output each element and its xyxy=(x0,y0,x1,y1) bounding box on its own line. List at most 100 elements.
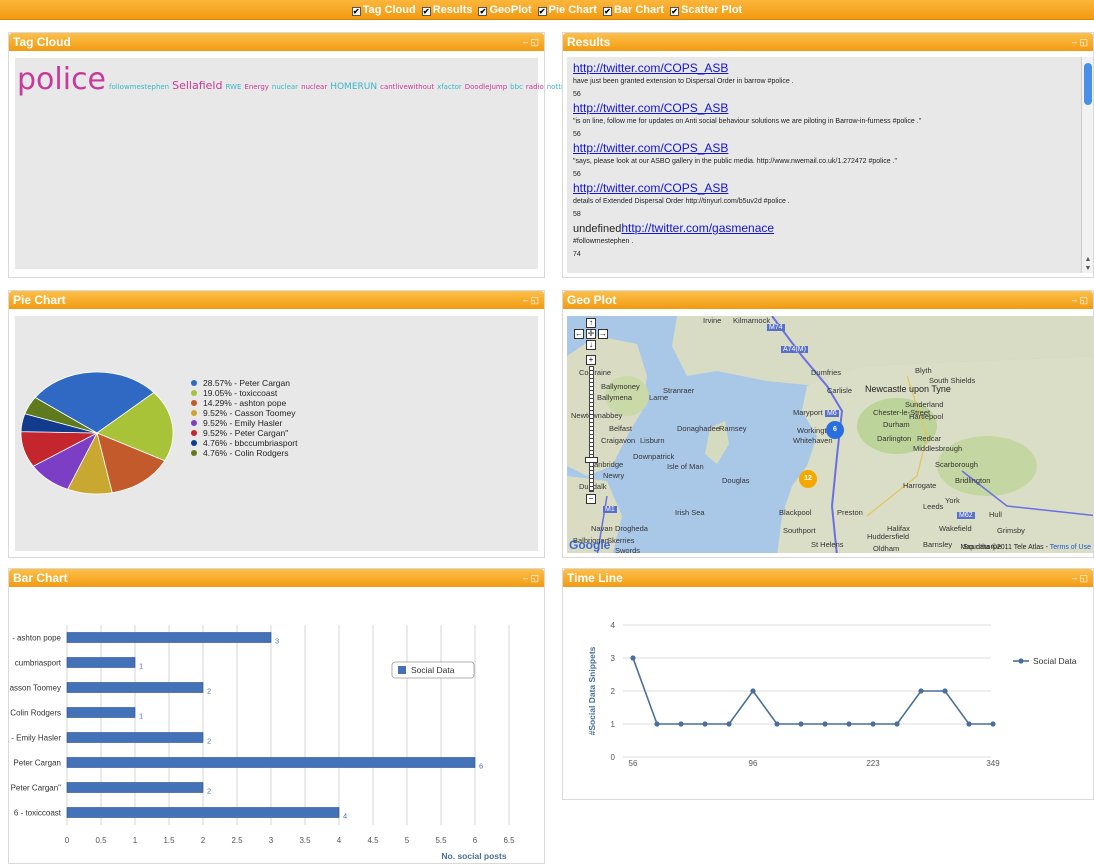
panel-controls[interactable]: – ◱ xyxy=(523,291,539,309)
panel-header[interactable]: Pie Chart – ◱ xyxy=(9,291,544,309)
map-place-label: Wakefield xyxy=(939,524,972,533)
bar[interactable] xyxy=(66,632,272,643)
pan-up-button[interactable]: ↑ xyxy=(586,318,596,328)
tag-item[interactable]: xfactor xyxy=(437,83,462,91)
toggle-pie-chart[interactable]: ✔ Pie Chart xyxy=(537,4,597,16)
zoom-slider-handle[interactable] xyxy=(585,457,598,463)
tag-item[interactable]: Energy xyxy=(244,83,269,91)
tag-item[interactable]: HOMERUN xyxy=(330,82,377,92)
pan-down-button[interactable]: ↓ xyxy=(586,340,596,350)
panel-controls[interactable]: – ◱ xyxy=(523,33,539,51)
tag-item[interactable]: nuclear xyxy=(301,83,327,91)
data-point[interactable] xyxy=(726,721,732,727)
tag-item[interactable]: nuclear xyxy=(272,83,298,91)
legend-item: 28.57% - Peter Cargan xyxy=(191,378,298,388)
bar[interactable] xyxy=(66,757,476,768)
bar[interactable] xyxy=(66,657,136,668)
data-point[interactable] xyxy=(990,721,996,727)
map-place-label: Newtownabbey xyxy=(571,411,623,420)
panel-header[interactable]: Results – ◱ xyxy=(563,33,1093,51)
panel-header[interactable]: Geo Plot – ◱ xyxy=(563,291,1093,309)
checkbox-icon[interactable]: ✔ xyxy=(537,7,547,16)
data-point[interactable] xyxy=(966,721,972,727)
y-tick-label: - Emily Hasler xyxy=(11,734,61,743)
result-link[interactable]: http://twitter.com/COPS_ASB xyxy=(573,101,728,115)
pan-center-button[interactable]: ✛ xyxy=(586,329,596,339)
bar[interactable] xyxy=(66,682,204,693)
data-point[interactable] xyxy=(774,721,780,727)
legend-label: 19.05% - toxiccoast xyxy=(203,388,278,398)
x-tick-label: 3.5 xyxy=(299,836,311,845)
data-point[interactable] xyxy=(750,688,756,694)
pan-left-button[interactable]: ← xyxy=(574,329,584,339)
map-place-label: Liverpool xyxy=(781,552,811,553)
tag-item[interactable]: cantlivewithout xyxy=(380,83,434,91)
data-point[interactable] xyxy=(870,721,876,727)
checkbox-icon[interactable]: ✔ xyxy=(602,7,612,16)
google-logo-text: Google xyxy=(569,538,611,552)
map-place-label: Irvine xyxy=(703,316,722,325)
map-place-label: Skerries xyxy=(607,536,635,545)
terms-link[interactable]: Terms of Use xyxy=(1050,544,1091,551)
bar[interactable] xyxy=(66,807,340,818)
scroll-up-arrow[interactable]: ▲ xyxy=(1082,256,1094,263)
result-link[interactable]: http://twitter.com/COPS_ASB xyxy=(573,61,728,75)
data-point[interactable] xyxy=(846,721,852,727)
panel-controls[interactable]: – ◱ xyxy=(1072,291,1088,309)
result-link-line: http://twitter.com/COPS_ASB xyxy=(573,101,1073,115)
map-canvas[interactable]: Irvine Kilmarnock Coleraine Ballymoney Bally… xyxy=(567,316,1093,553)
tag-item[interactable]: RWE xyxy=(225,83,241,91)
data-point[interactable] xyxy=(798,721,804,727)
zoom-slider-track[interactable] xyxy=(589,366,594,492)
pan-right-button[interactable]: → xyxy=(598,329,608,339)
zoom-out-button[interactable]: − xyxy=(586,494,596,504)
panel-controls[interactable]: – ◱ xyxy=(1072,33,1088,51)
data-point[interactable] xyxy=(918,688,924,694)
x-tick-label: 96 xyxy=(749,759,758,768)
x-tick-label: 6.5 xyxy=(503,836,515,845)
zoom-in-button[interactable]: + xyxy=(586,355,596,365)
time-line-panel: Time Line – ◱ 0 1 2 3 4 56 96 223 349 #Social Dat… xyxy=(562,568,1094,800)
panel-header[interactable]: Bar Chart – ◱ xyxy=(9,569,544,587)
tag-item[interactable]: bbc xyxy=(510,83,523,91)
scroll-down-arrow[interactable]: ▼ xyxy=(1082,265,1094,272)
panel-controls[interactable]: – ◱ xyxy=(1072,569,1088,587)
data-point[interactable] xyxy=(678,721,684,727)
data-point[interactable] xyxy=(630,655,636,661)
toggle-results[interactable]: ✔ Results xyxy=(421,4,472,16)
map-cluster-marker[interactable]: 6 xyxy=(826,421,844,439)
checkbox-icon[interactable]: ✔ xyxy=(421,7,431,16)
tag-item[interactable]: DoodleJump xyxy=(465,83,507,91)
panel-controls[interactable]: – ◱ xyxy=(523,569,539,587)
data-point[interactable] xyxy=(822,721,828,727)
y-axis-label: #Social Data Snippets xyxy=(587,646,597,735)
tag-item[interactable]: radio xyxy=(526,83,544,91)
data-point[interactable] xyxy=(654,721,660,727)
result-link[interactable]: http://twitter.com/gasmenace xyxy=(621,221,774,235)
map-cluster-marker[interactable]: 12 xyxy=(799,470,817,488)
result-link[interactable]: http://twitter.com/COPS_ASB xyxy=(573,181,728,195)
checkbox-icon[interactable]: ✔ xyxy=(670,7,680,16)
panel-header[interactable]: Tag Cloud – ◱ xyxy=(9,33,544,51)
tag-item[interactable]: followmestephen xyxy=(109,83,169,91)
toggle-tag-cloud[interactable]: ✔ Tag Cloud xyxy=(351,4,416,16)
bar[interactable] xyxy=(66,732,204,743)
data-point[interactable] xyxy=(702,721,708,727)
bar[interactable] xyxy=(66,707,136,718)
toggle-bar-chart[interactable]: ✔ Bar Chart xyxy=(602,4,664,16)
toggle-geoplot[interactable]: ✔ GeoPlot xyxy=(478,4,532,16)
checkbox-icon[interactable]: ✔ xyxy=(478,7,488,16)
data-point[interactable] xyxy=(942,688,948,694)
checkbox-icon[interactable]: ✔ xyxy=(351,7,361,16)
scrollbar-thumb[interactable] xyxy=(1084,63,1092,105)
data-point[interactable] xyxy=(894,721,900,727)
toggle-scatter-plot[interactable]: ✔ Scatter Plot xyxy=(670,4,742,16)
results-scrollbar[interactable]: ▲ ▼ xyxy=(1081,57,1093,273)
panel-title: Results xyxy=(567,35,611,49)
result-link[interactable]: http://twitter.com/COPS_ASB xyxy=(573,141,728,155)
panel-header[interactable]: Time Line – ◱ xyxy=(563,569,1093,587)
bar[interactable] xyxy=(66,782,204,793)
tag-item[interactable]: police xyxy=(17,62,106,97)
tag-item[interactable]: Sellafield xyxy=(172,79,222,92)
bar-value-label: 3 xyxy=(275,637,279,646)
